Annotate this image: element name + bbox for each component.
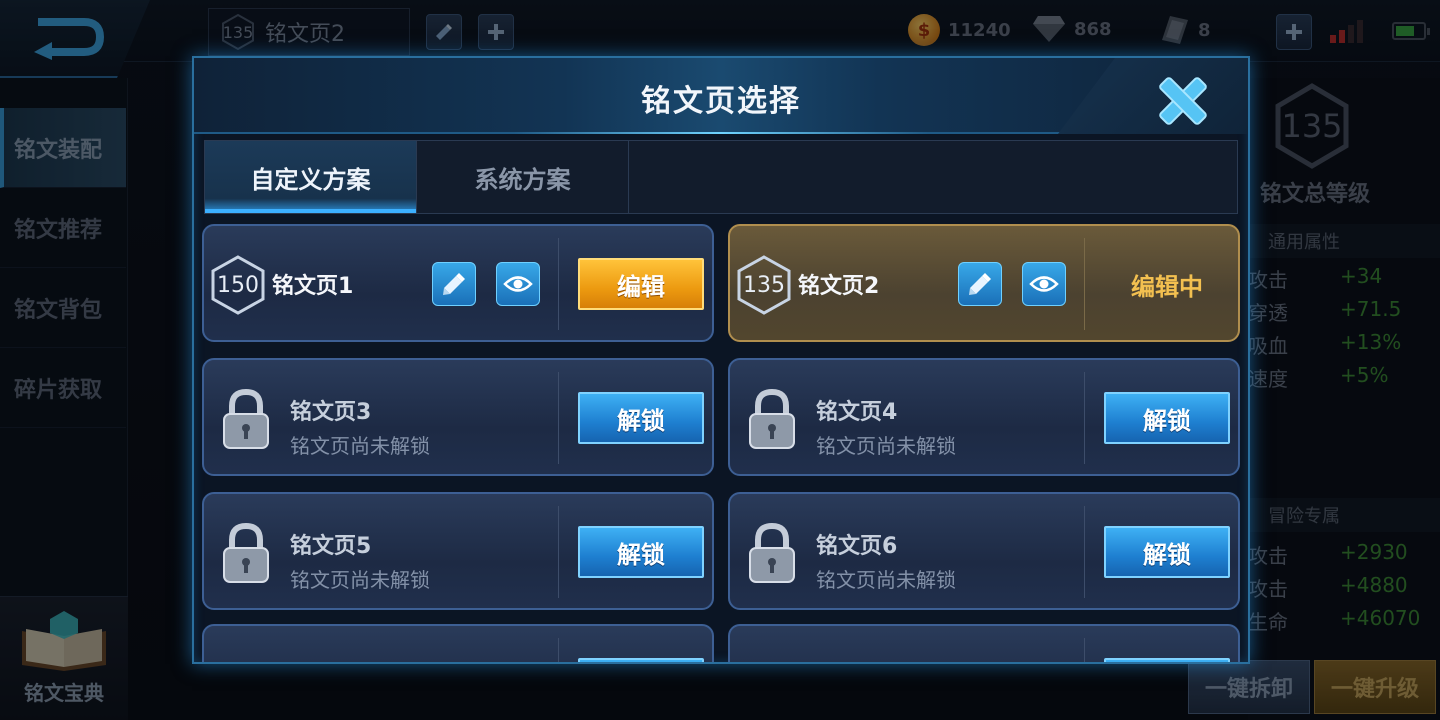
card-divider	[558, 372, 559, 464]
level-badge-text: 135	[743, 272, 785, 298]
modal-header: 铭文页选择	[194, 58, 1248, 134]
lock-icon	[749, 522, 795, 583]
page-name: 铭文页4	[816, 400, 898, 425]
unlock-button-partial[interactable]	[1104, 658, 1230, 662]
level-badge-text: 150	[217, 272, 259, 298]
page-name: 铭文页3	[290, 400, 372, 425]
scheme-tabs: 自定义方案 系统方案	[204, 140, 1238, 214]
unlock-button-partial[interactable]	[578, 658, 704, 662]
game-screen: 135 铭文页2 $ 11240 868 8 铭文装配 铭文推荐 铭文背包 碎片…	[0, 0, 1440, 720]
level-badge: 150	[210, 254, 266, 316]
eye-icon	[503, 276, 533, 292]
close-button[interactable]	[1154, 72, 1212, 130]
page-name: 铭文页5	[290, 534, 372, 559]
preview-page-button[interactable]	[1022, 262, 1066, 306]
lock-icon	[223, 522, 269, 583]
card-divider	[558, 506, 559, 598]
lock-icon	[749, 388, 795, 449]
level-badge: 135	[736, 254, 792, 316]
page-locked-hint: 铭文页尚未解锁	[290, 434, 430, 458]
preview-page-button[interactable]	[496, 262, 540, 306]
page-card-2[interactable]: 135 铭文页2 编辑中	[728, 224, 1240, 342]
page-locked-hint: 铭文页尚未解锁	[816, 568, 956, 592]
unlock-button[interactable]: 解锁	[578, 392, 704, 444]
card-divider	[1084, 238, 1085, 330]
card-divider	[1084, 372, 1085, 464]
card-divider	[1084, 638, 1085, 662]
page-locked-hint: 铭文页尚未解锁	[816, 434, 956, 458]
edit-pencil-icon	[969, 273, 991, 295]
rename-page-button[interactable]	[432, 262, 476, 306]
close-icon	[1159, 77, 1207, 125]
eye-icon	[1029, 276, 1059, 292]
unlock-button[interactable]: 解锁	[1104, 392, 1230, 444]
editing-status: 编辑中	[1131, 272, 1203, 301]
modal-title: 铭文页选择	[641, 84, 801, 119]
edit-pencil-icon	[443, 273, 465, 295]
page-card-6[interactable]: 铭文页6 铭文页尚未解锁 解锁	[728, 492, 1240, 610]
page-select-modal: 铭文页选择 自定义方案 系统方案 150 铭文页1 编辑 135 铭文页2 编辑…	[192, 56, 1250, 664]
page-card-partial[interactable]	[728, 624, 1240, 662]
page-locked-hint: 铭文页尚未解锁	[290, 568, 430, 592]
tab-system[interactable]: 系统方案	[417, 141, 629, 213]
page-card-1[interactable]: 150 铭文页1 编辑	[202, 224, 714, 342]
card-divider	[1084, 506, 1085, 598]
rename-page-button[interactable]	[958, 262, 1002, 306]
card-divider	[558, 238, 559, 330]
page-name: 铭文页1	[272, 274, 354, 299]
card-divider	[558, 638, 559, 662]
edit-button[interactable]: 编辑	[578, 258, 704, 310]
lock-icon	[223, 388, 269, 449]
unlock-button[interactable]: 解锁	[1104, 526, 1230, 578]
tab-custom[interactable]: 自定义方案	[205, 141, 417, 213]
page-name: 铭文页6	[816, 534, 898, 559]
page-name: 铭文页2	[798, 274, 880, 299]
page-card-partial[interactable]	[202, 624, 714, 662]
page-card-4[interactable]: 铭文页4 铭文页尚未解锁 解锁	[728, 358, 1240, 476]
unlock-button[interactable]: 解锁	[578, 526, 704, 578]
page-card-3[interactable]: 铭文页3 铭文页尚未解锁 解锁	[202, 358, 714, 476]
page-card-5[interactable]: 铭文页5 铭文页尚未解锁 解锁	[202, 492, 714, 610]
